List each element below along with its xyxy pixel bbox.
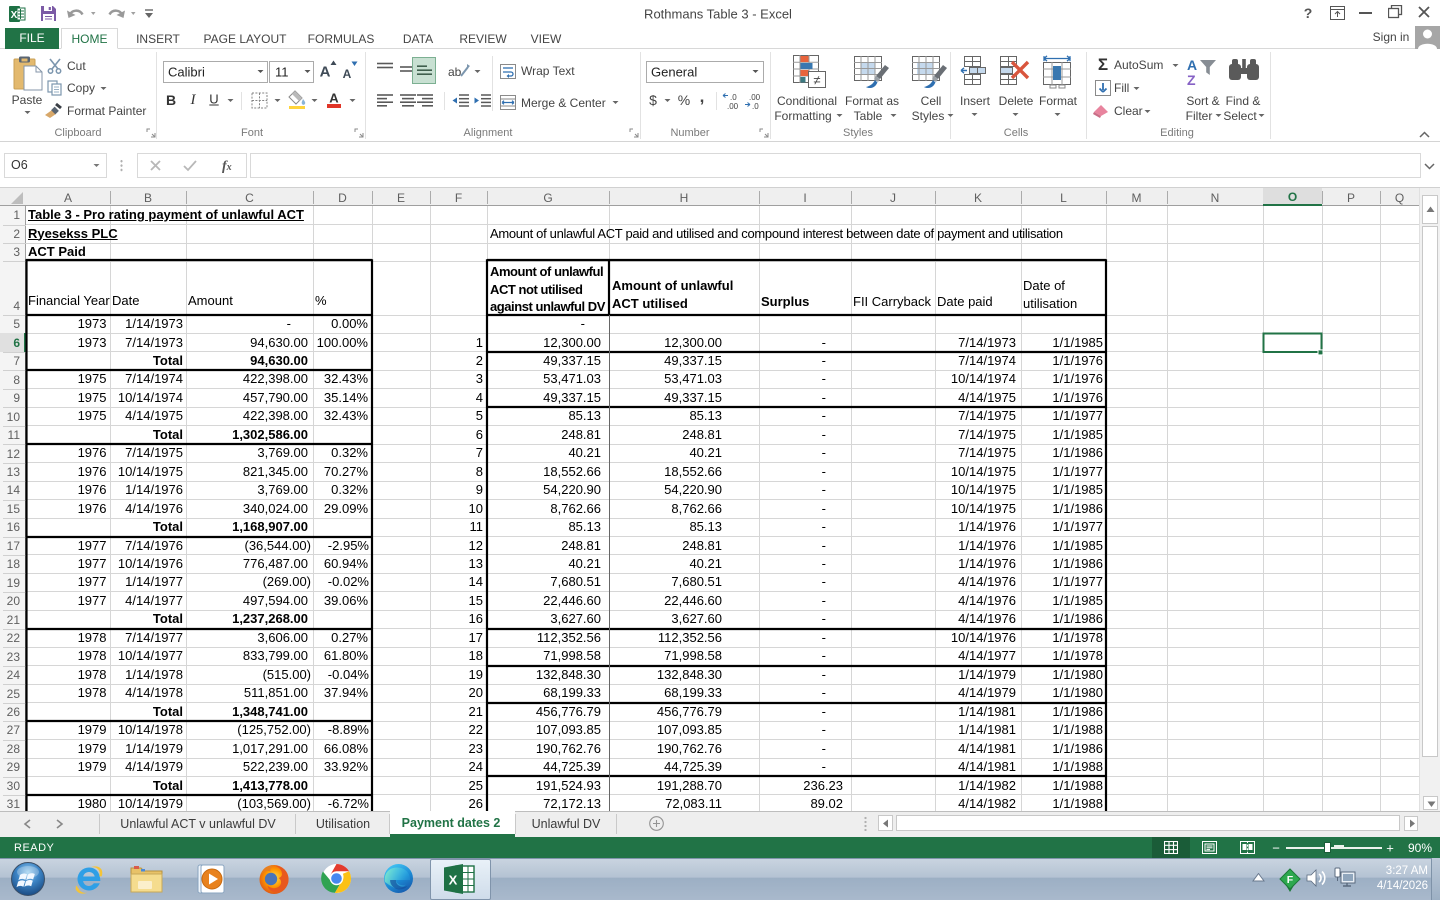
svg-text:F: F [1287, 874, 1294, 886]
svg-text:X: X [449, 873, 458, 888]
